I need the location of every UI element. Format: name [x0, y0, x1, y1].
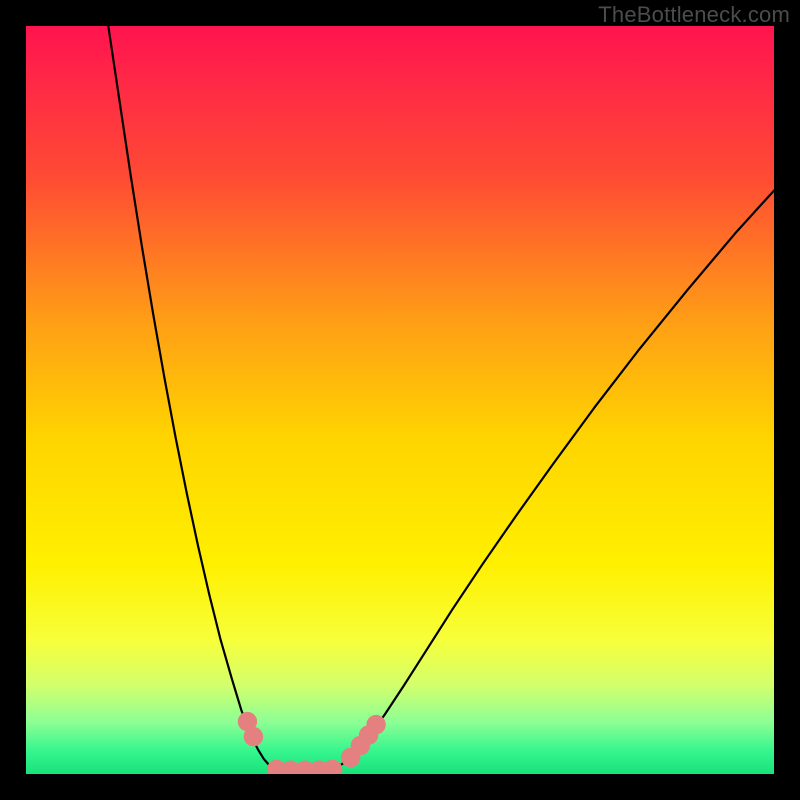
gradient-background: [26, 26, 774, 774]
data-marker: [366, 715, 385, 734]
bottleneck-chart: [26, 26, 774, 774]
data-marker: [244, 727, 263, 746]
chart-frame: TheBottleneck.com: [0, 0, 800, 800]
watermark-text: TheBottleneck.com: [598, 2, 790, 28]
